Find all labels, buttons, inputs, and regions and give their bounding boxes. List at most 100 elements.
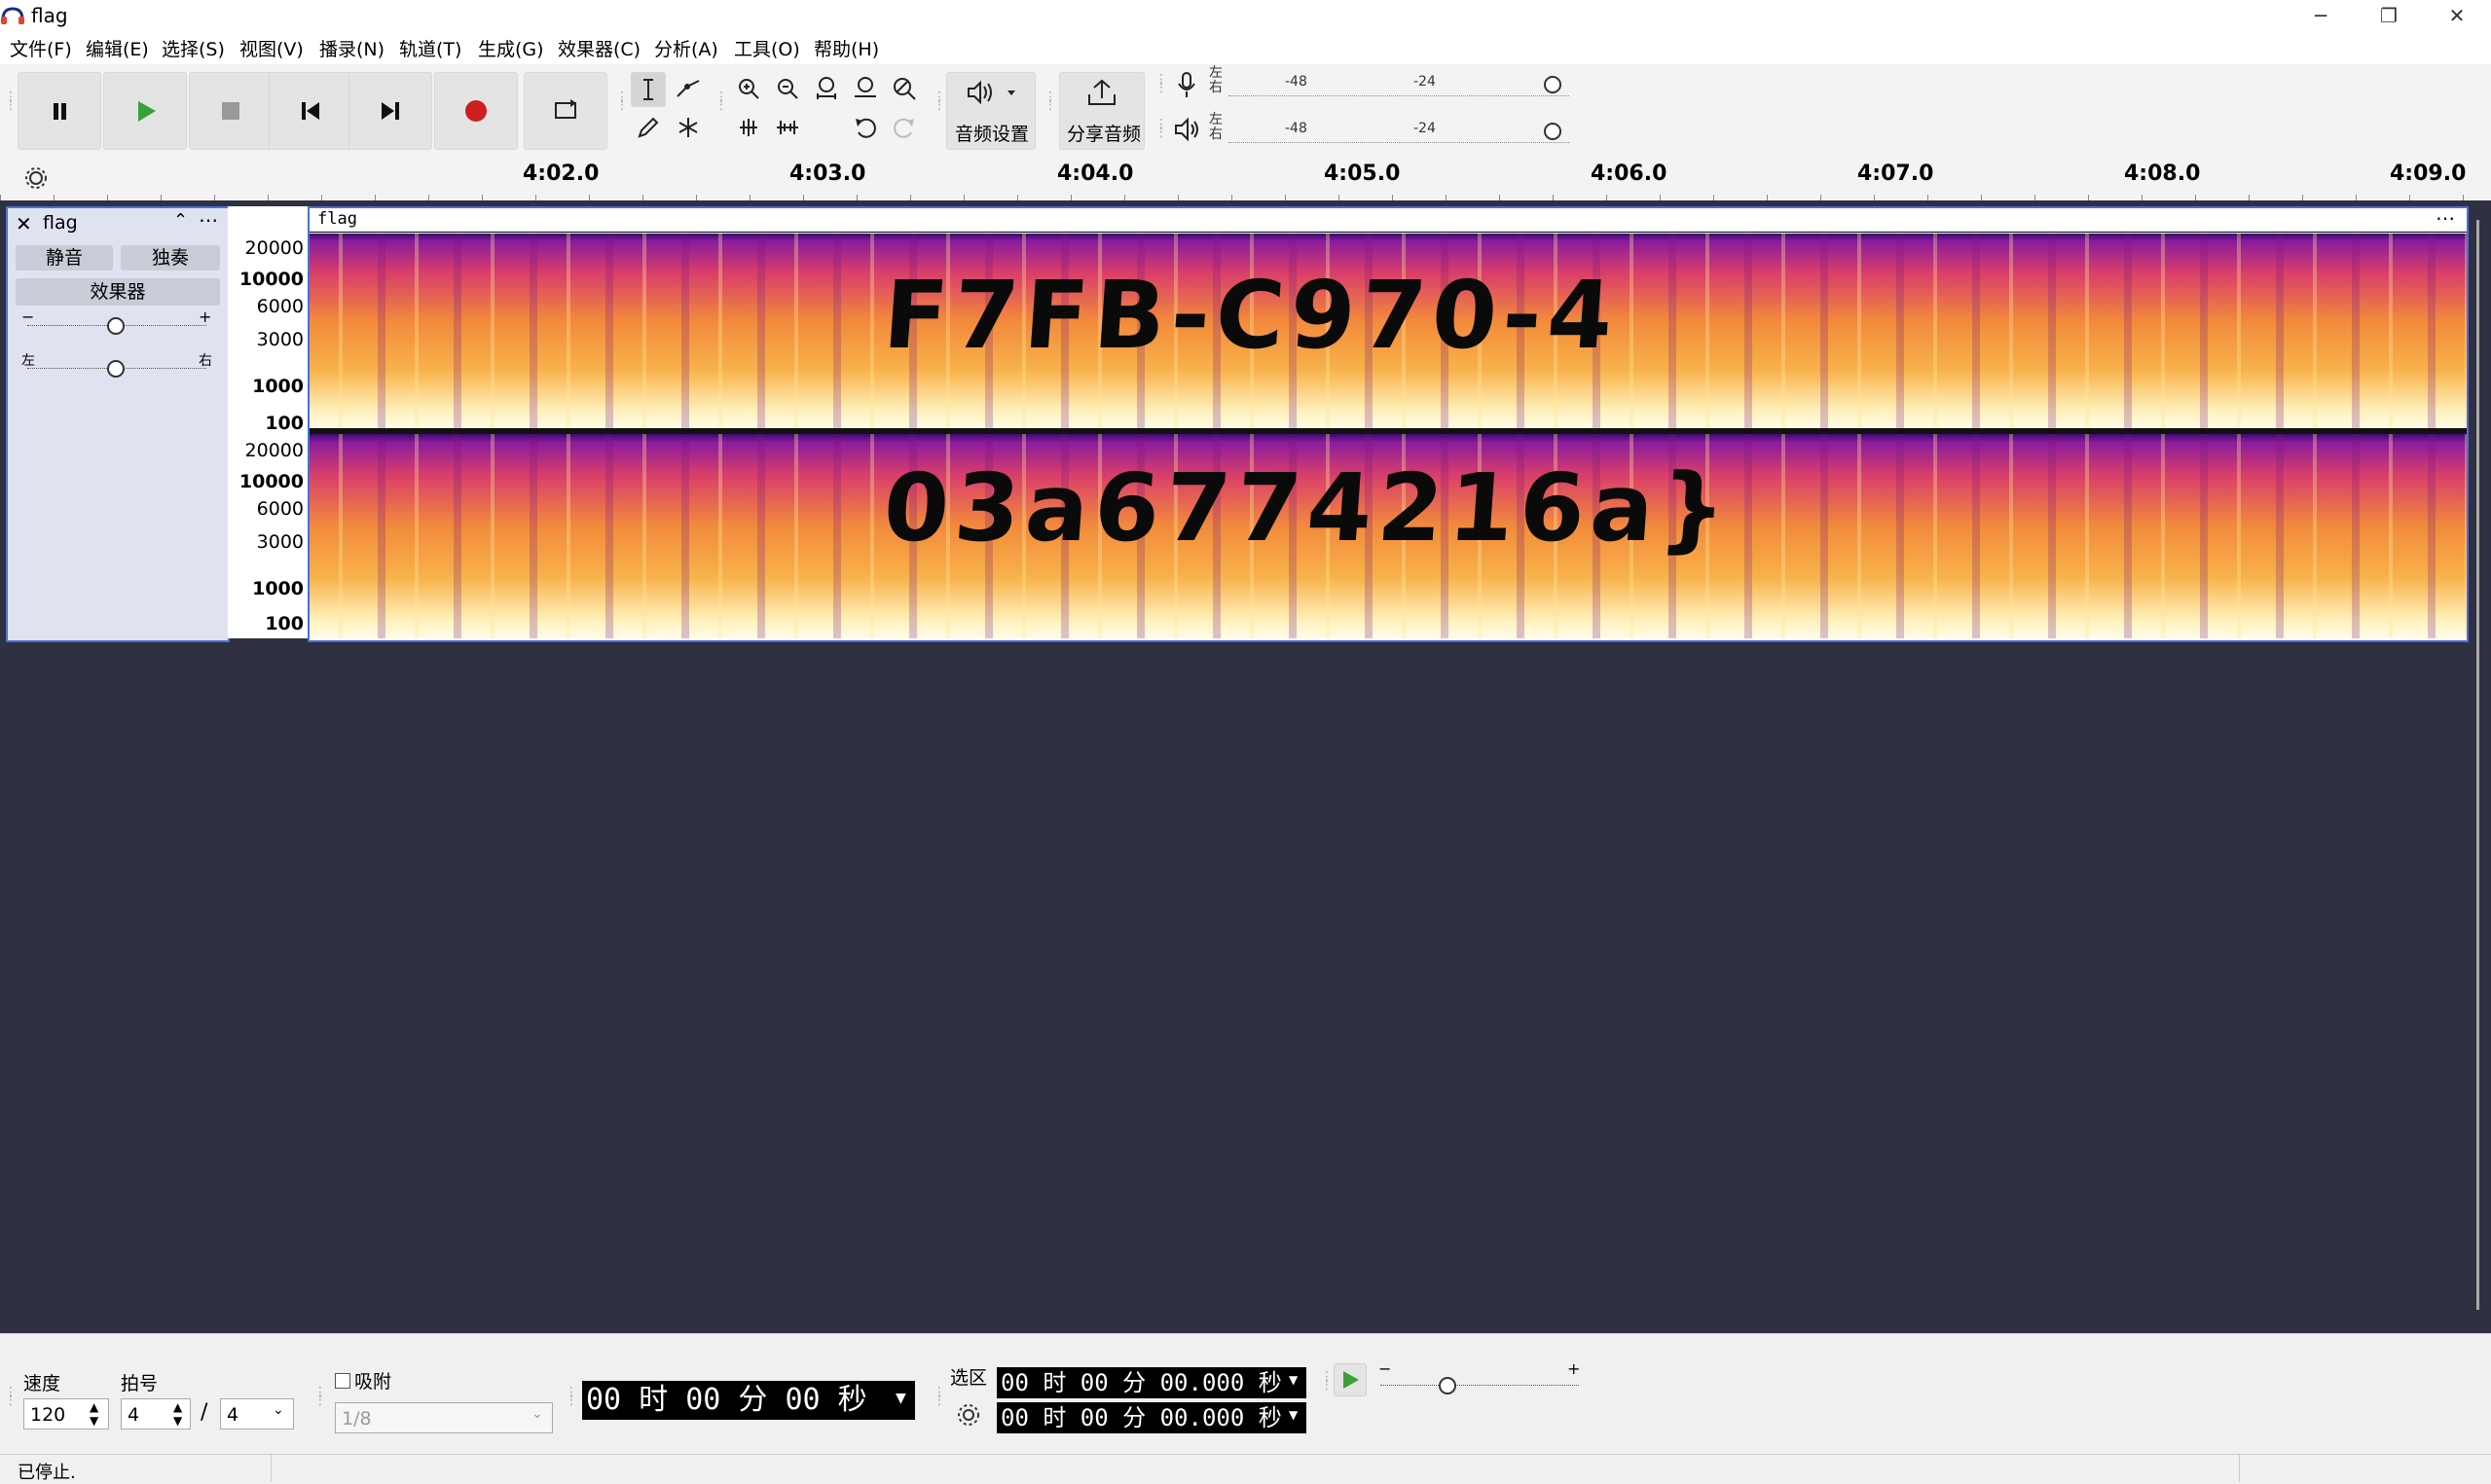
track-menu-icon[interactable]: ⋯	[199, 208, 218, 232]
restore-button[interactable]: ❐	[2354, 0, 2424, 31]
edit-grip[interactable]: ⋮ ⋮	[714, 90, 728, 112]
ruler-tick: 4:03.0	[789, 162, 866, 186]
mute-button[interactable]: 静音	[16, 245, 113, 271]
speed-slider[interactable]	[1439, 1377, 1456, 1394]
audio-setup-button[interactable]: 音频设置	[946, 72, 1036, 150]
timeline-ruler[interactable]: 4:02.0 4:03.0 4:04.0 4:05.0 4:06.0 4:07.…	[0, 158, 2491, 201]
track-collapse-icon[interactable]: ⌃	[173, 210, 188, 231]
pause-button[interactable]	[18, 72, 101, 150]
selection-grip[interactable]: ⋮ ⋮	[933, 1386, 946, 1407]
tools-grip[interactable]: ⋮ ⋮	[615, 90, 629, 112]
selection-end-chevron-down-icon[interactable]: ▼	[1289, 1408, 1298, 1422]
minimize-button[interactable]: ─	[2286, 0, 2356, 31]
time-signature-slash: /	[201, 1400, 208, 1425]
gain-slider[interactable]	[107, 317, 125, 335]
selection-start-time[interactable]: 00 时 00 分 00.000 秒	[997, 1367, 1306, 1398]
undo-button[interactable]	[849, 111, 882, 144]
zoom-toggle-button[interactable]	[888, 72, 921, 105]
pan-slider[interactable]	[107, 360, 125, 378]
effects-button[interactable]: 效果器	[16, 278, 220, 306]
track-control-panel[interactable]: ✕ flag ⌃ ⋯ 静音 独奏 效果器 − + 左 右	[6, 206, 230, 642]
vertical-scrollbar[interactable]	[2476, 220, 2479, 1310]
record-button[interactable]	[434, 72, 518, 150]
envelope-tool-button[interactable]	[672, 72, 705, 105]
selection-settings-gear-icon[interactable]	[956, 1402, 981, 1428]
timeline-settings-gear-icon[interactable]	[23, 165, 49, 191]
track-name[interactable]: flag	[43, 212, 78, 234]
play-at-speed-button[interactable]	[1334, 1363, 1367, 1396]
selection-tool-button[interactable]	[631, 72, 666, 107]
playback-level-knob[interactable]	[1544, 123, 1561, 140]
snap-select[interactable]: 1/8	[335, 1402, 553, 1433]
playback-meter-button[interactable]	[1170, 113, 1203, 146]
silence-button[interactable]	[771, 111, 804, 144]
clip-menu-icon[interactable]: ⋯	[2436, 206, 2455, 230]
skip-end-button[interactable]	[348, 72, 432, 150]
solo-button[interactable]: 独奏	[121, 245, 220, 271]
beat-value-chevron-down-icon[interactable]: ⌄	[273, 1402, 284, 1418]
record-level-knob[interactable]	[1544, 76, 1561, 93]
clip-header[interactable]: flag ⋯	[310, 206, 2467, 233]
menu-file[interactable]: 文件(F)	[10, 35, 72, 61]
multi-tool-button[interactable]	[672, 111, 705, 144]
menu-select[interactable]: 选择(S)	[162, 35, 225, 61]
menu-edit[interactable]: 编辑(E)	[86, 35, 149, 61]
spectrogram-channel-left[interactable]: F7FB-C970-4	[310, 234, 2467, 428]
menu-effect[interactable]: 效果器(C)	[558, 35, 641, 61]
spectrogram-channel-right[interactable]: 03a6774216a}	[310, 434, 2467, 638]
playback-meter[interactable]: -48 -24	[1228, 117, 1569, 143]
zoom-in-icon	[739, 79, 759, 99]
audio-clip[interactable]: flag ⋯ F7FB-C970-4 03a6774216a}	[308, 206, 2469, 642]
snap-grip[interactable]: ⋮ ⋮	[313, 1386, 327, 1407]
selection-start-chevron-down-icon[interactable]: ▼	[1289, 1373, 1298, 1387]
time-grip[interactable]: ⋮ ⋮	[565, 1386, 578, 1407]
ruler-tick: 4:05.0	[1324, 162, 1401, 186]
record-meter-grip[interactable]: ⋮ ⋮	[1154, 73, 1168, 94]
record-meter-button[interactable]	[1170, 68, 1203, 101]
zoom-in-button[interactable]	[732, 72, 765, 105]
tempo-spin-icon[interactable]: ▲ ▼	[90, 1400, 98, 1428]
share-grip[interactable]: ⋮ ⋮	[1044, 90, 1057, 112]
play-at-speed-grip[interactable]: ⋮ ⋮	[1320, 1370, 1334, 1392]
ruler-tick: 4:06.0	[1591, 162, 1667, 186]
time-display[interactable]: 00 时 00 分 00 秒	[582, 1381, 915, 1420]
speed-minus-label: −	[1378, 1359, 1392, 1378]
status-text: 已停止.	[18, 1463, 76, 1483]
tempo-grip[interactable]: ⋮ ⋮	[4, 1386, 18, 1407]
beats-spin-icon[interactable]: ▲ ▼	[173, 1400, 182, 1428]
selection-end-time[interactable]: 00 时 00 分 00.000 秒	[997, 1402, 1306, 1433]
menu-generate[interactable]: 生成(G)	[478, 35, 544, 61]
track-close-icon[interactable]: ✕	[16, 212, 32, 235]
track-area[interactable]: ✕ flag ⌃ ⋯ 静音 独奏 效果器 − + 左 右 20000 10000…	[0, 200, 2491, 1333]
record-meter-tick-48: -48	[1285, 74, 1307, 90]
menu-help[interactable]: 帮助(H)	[814, 35, 879, 61]
play-button[interactable]	[103, 72, 187, 150]
share-audio-button[interactable]: 分享音频	[1059, 72, 1145, 150]
menu-transport[interactable]: 播录(N)	[319, 35, 385, 61]
frequency-ruler[interactable]: 20000 10000 6000 3000 1000 100 20000 100…	[228, 206, 308, 638]
audio-setup-grip[interactable]: ⋮ ⋮	[933, 90, 946, 112]
skip-start-button[interactable]	[269, 72, 352, 150]
draw-tool-button[interactable]	[631, 111, 664, 144]
toolbar-grip[interactable]: ⋮ ⋮	[4, 90, 18, 112]
trim-button[interactable]	[732, 111, 765, 144]
fit-project-button[interactable]	[849, 72, 882, 105]
stop-icon	[222, 102, 239, 120]
menu-analyze[interactable]: 分析(A)	[654, 35, 718, 61]
snap-chevron-down-icon[interactable]: ⌄	[531, 1406, 543, 1422]
menu-view[interactable]: 视图(V)	[239, 35, 304, 61]
snap-checkbox[interactable]	[335, 1373, 350, 1389]
time-format-chevron-down-icon[interactable]: ▼	[896, 1391, 906, 1406]
fit-selection-button[interactable]	[810, 72, 843, 105]
stop-button[interactable]	[189, 72, 273, 150]
pan-left-label: 左	[21, 353, 35, 369]
playback-meter-grip[interactable]: ⋮ ⋮	[1154, 118, 1168, 139]
menu-tools[interactable]: 工具(O)	[734, 35, 800, 61]
time-signature-label: 拍号	[121, 1373, 159, 1394]
loop-button[interactable]	[524, 72, 607, 150]
close-button[interactable]: ✕	[2422, 0, 2491, 31]
record-meter[interactable]: -48 -24	[1228, 70, 1569, 96]
redo-button[interactable]	[888, 111, 921, 144]
menu-tracks[interactable]: 轨道(T)	[399, 35, 461, 61]
zoom-out-button[interactable]	[771, 72, 804, 105]
